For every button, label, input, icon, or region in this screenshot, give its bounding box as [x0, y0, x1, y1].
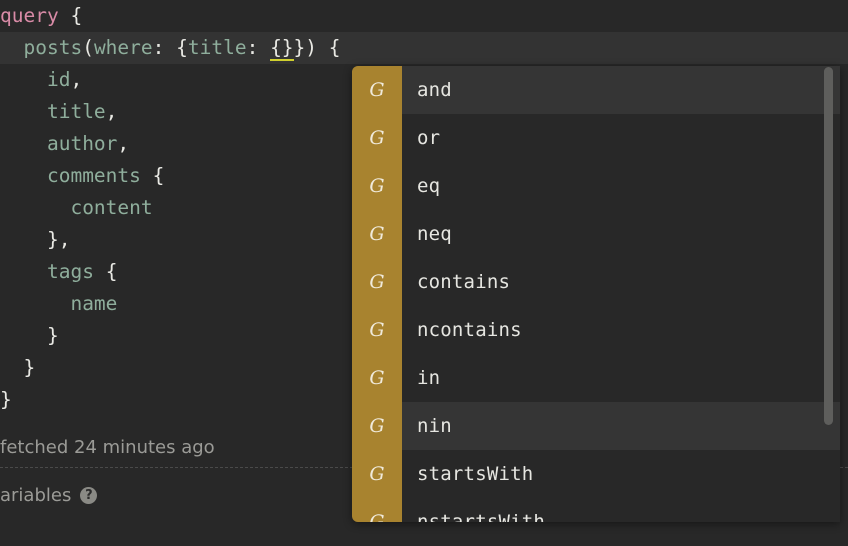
code-token-punc: ,: [117, 132, 130, 155]
code-token-punc: {: [176, 36, 188, 59]
code-token-punc: [0, 36, 23, 59]
graphql-type-icon: G: [352, 66, 402, 114]
code-token-braces-err: {}: [270, 36, 294, 61]
code-token-punc: [59, 4, 71, 27]
autocomplete-item-label: nstartsWith: [417, 511, 546, 522]
code-token-punc: [0, 100, 47, 123]
code-token-field: content: [70, 196, 153, 219]
code-token-punc: :: [152, 36, 177, 59]
code-token-punc: ,: [70, 68, 83, 91]
autocomplete-scrollbar[interactable]: [824, 66, 833, 522]
autocomplete-item-label: ncontains: [417, 319, 522, 341]
graphql-type-icon: G: [352, 162, 402, 210]
code-token-field: comments: [46, 164, 141, 187]
code-token-punc: }: [46, 324, 59, 347]
code-token-punc: [0, 260, 47, 283]
autocomplete-item-label: or: [417, 127, 441, 149]
autocomplete-item-label: in: [417, 367, 441, 389]
code-token-punc: [0, 356, 23, 379]
code-token-punc: }: [23, 356, 36, 379]
code-token-field: author: [46, 132, 118, 155]
code-token-punc: [0, 228, 47, 251]
code-token-punc: [0, 324, 47, 347]
code-token-arg: where: [93, 36, 153, 59]
autocomplete-list[interactable]: Gand Gor Geq Gneq Gcontains Gncontains Gin Gnin…: [352, 66, 840, 522]
code-token-punc: {: [105, 260, 118, 283]
code-token-punc: [0, 132, 47, 155]
question-mark-icon[interactable]: ?: [80, 486, 98, 504]
graphql-type-icon: G: [352, 306, 402, 354]
code-line-active[interactable]: posts(where: {title: {}}) {: [0, 32, 848, 64]
code-token-punc: [0, 292, 70, 315]
code-token-punc: [94, 260, 106, 283]
autocomplete-item[interactable]: Gcontains: [352, 258, 840, 306]
graphql-type-icon: G: [352, 402, 402, 450]
code-line[interactable]: query {: [0, 0, 848, 32]
code-token-punc: ,: [105, 100, 118, 123]
autocomplete-item-label: startsWith: [417, 463, 534, 485]
graphql-type-icon: G: [352, 258, 402, 306]
graphql-type-icon: G: [352, 450, 402, 498]
code-token-field: title: [46, 100, 106, 123]
autocomplete-item-label: contains: [417, 271, 511, 293]
code-token-punc: {: [152, 164, 165, 187]
code-token-punc: {: [70, 4, 83, 27]
autocomplete-item[interactable]: Gin: [352, 354, 840, 402]
autocomplete-scrollbar-thumb[interactable]: [824, 67, 833, 425]
graphql-editor-pane: query { posts(where: {title: {}}) { id, …: [0, 0, 848, 546]
code-token-punc: {: [328, 36, 341, 59]
autocomplete-item[interactable]: Gor: [352, 114, 840, 162]
autocomplete-item-label: eq: [417, 175, 441, 197]
code-token-punc: [0, 164, 47, 187]
graphql-type-icon: G: [352, 354, 402, 402]
autocomplete-item[interactable]: GnstartsWith: [352, 498, 840, 522]
code-token-punc: [0, 196, 70, 219]
code-token-punc: :: [246, 36, 271, 59]
code-token-punc: }: [0, 388, 12, 411]
code-token-field: tags: [46, 260, 94, 283]
autocomplete-item[interactable]: Gncontains: [352, 306, 840, 354]
code-token-punc: (: [82, 36, 94, 59]
code-token-kw: query: [0, 4, 59, 27]
autocomplete-item-label: and: [417, 79, 452, 101]
autocomplete-item[interactable]: Gand: [352, 66, 840, 114]
autocomplete-item-label: nin: [417, 415, 452, 437]
autocomplete-item-label: neq: [417, 223, 452, 245]
graphql-type-icon: G: [352, 114, 402, 162]
code-token-arg: title: [187, 36, 247, 59]
code-token-field: name: [70, 292, 118, 315]
code-token-punc: [0, 68, 47, 91]
autocomplete-item[interactable]: Geq: [352, 162, 840, 210]
code-token-field: id: [46, 68, 71, 91]
code-token-punc: ): [305, 36, 329, 59]
autocomplete-item[interactable]: Gnin: [352, 402, 840, 450]
autocomplete-item[interactable]: Gneq: [352, 210, 840, 258]
autocomplete-item[interactable]: GstartsWith: [352, 450, 840, 498]
code-token-field: posts: [23, 36, 83, 59]
autocomplete-dropdown[interactable]: Gand Gor Geq Gneq Gcontains Gncontains Gin Gnin…: [352, 66, 840, 522]
code-token-punc: },: [46, 228, 71, 251]
code-token-punc: }: [293, 36, 306, 59]
code-token-punc: [141, 164, 153, 187]
query-variables-label: ariables: [0, 484, 72, 506]
graphql-type-icon: G: [352, 210, 402, 258]
graphql-type-icon: G: [352, 498, 402, 522]
